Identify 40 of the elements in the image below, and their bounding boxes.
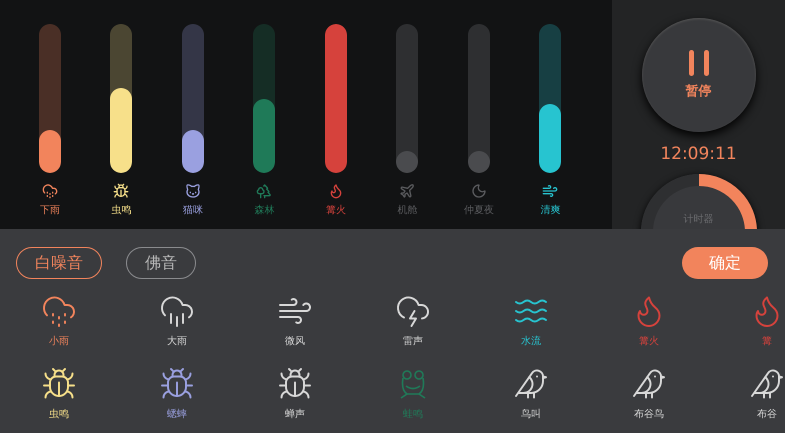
sound-label: 仲夏夜: [464, 204, 494, 217]
category-tab[interactable]: 佛音: [126, 247, 196, 279]
slider-fill[interactable]: [396, 151, 418, 173]
sound-option[interactable]: 鸟叫: [521, 407, 541, 421]
slider-fill[interactable]: [253, 98, 276, 173]
slider-fill[interactable]: [182, 130, 204, 173]
sound-label: 篝火: [326, 204, 346, 217]
sound-label: 虫鸣: [111, 204, 132, 217]
slider-fill[interactable]: [324, 24, 347, 173]
sound-option[interactable]: 布谷鸟: [634, 407, 664, 421]
category-tab[interactable]: 白噪音: [16, 247, 102, 279]
sound-label: 森林: [254, 204, 274, 217]
slider-fill[interactable]: [110, 88, 132, 173]
sound-option[interactable]: 水流: [521, 334, 541, 348]
sound-label: 机舱: [397, 204, 418, 217]
plane-icon: [399, 183, 416, 199]
sound-label: 清爽: [540, 204, 560, 217]
sound-option[interactable]: 蟋蟀: [167, 407, 187, 421]
pause-icon: [686, 50, 710, 76]
sound-option[interactable]: 小雨: [49, 334, 69, 348]
pause-button[interactable]: 暂停: [642, 18, 756, 132]
sound-option[interactable]: 蝉声: [285, 407, 305, 421]
sound-option[interactable]: 雷声: [403, 334, 423, 348]
elapsed-time: 12:09:11: [660, 144, 737, 164]
sound-label: 下雨: [40, 204, 60, 217]
trees-icon: [256, 183, 272, 199]
cloud-rain-icon: [42, 183, 58, 199]
moon-icon: [470, 183, 487, 199]
sound-option[interactable]: 微风: [285, 334, 305, 348]
sound-option[interactable]: 大雨: [167, 334, 187, 348]
slider-fill[interactable]: [468, 151, 490, 173]
sound-option[interactable]: 布谷: [757, 407, 777, 421]
sound-label: 猫咪: [182, 204, 203, 217]
flame-icon: [328, 183, 344, 199]
sound-option[interactable]: 虫鸣: [49, 407, 69, 421]
bug-icon: [113, 183, 130, 199]
wind-icon: [542, 183, 558, 199]
slider-fill[interactable]: [539, 104, 562, 173]
slider-fill[interactable]: [38, 130, 61, 173]
cat-icon: [184, 183, 201, 199]
